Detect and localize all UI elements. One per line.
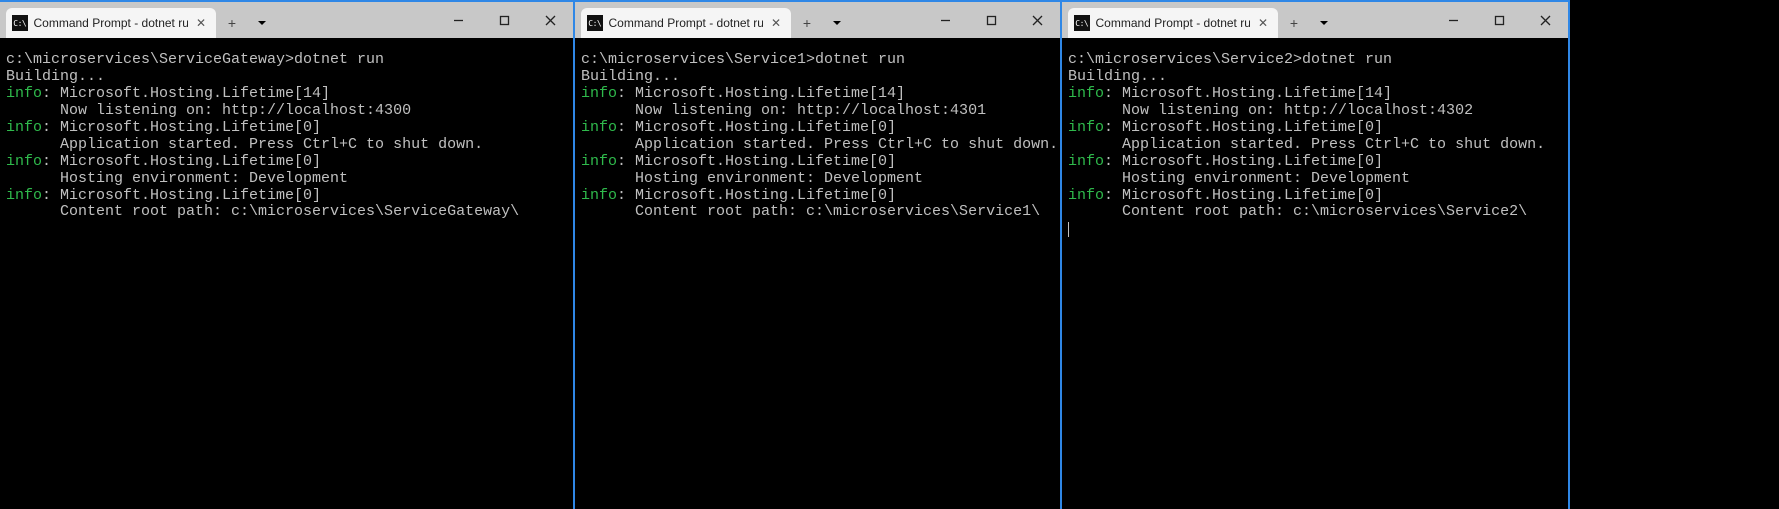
terminal-body[interactable]: c:\microservices\Service2>dotnet run Bui…: [1062, 38, 1568, 509]
close-button[interactable]: [527, 2, 573, 38]
log-level: info: [6, 85, 42, 102]
tab-title: Command Prompt - dotnet rur: [34, 16, 188, 30]
log-message: Hosting environment: Development: [581, 170, 923, 187]
terminal-body[interactable]: c:\microservices\Service1>dotnet run Bui…: [575, 38, 1060, 509]
tab[interactable]: C:\ Command Prompt - dotnet rur ✕: [1068, 8, 1278, 38]
window-controls: [435, 2, 573, 38]
tab-close-icon[interactable]: ✕: [194, 16, 208, 30]
console-output: c:\microservices\Service2>dotnet run Bui…: [1068, 52, 1564, 238]
log-message: Content root path: c:\microservices\Serv…: [581, 203, 1040, 220]
maximize-button[interactable]: [481, 2, 527, 38]
log-message: : Microsoft.Hosting.Lifetime[0]: [617, 119, 896, 136]
log-message: : Microsoft.Hosting.Lifetime[0]: [617, 187, 896, 204]
tab[interactable]: C:\ Command Prompt - dotnet rur ✕: [6, 8, 216, 38]
log-message: Now listening on: http://localhost:4300: [6, 102, 411, 119]
maximize-button[interactable]: [968, 2, 1014, 38]
log-message: Now listening on: http://localhost:4302: [1068, 102, 1473, 119]
tab-dropdown-icon[interactable]: [1310, 8, 1338, 38]
close-button[interactable]: [1014, 2, 1060, 38]
tab-close-icon[interactable]: ✕: [769, 16, 783, 30]
log-level: info: [581, 119, 617, 136]
prompt-line: c:\microservices\Service1>dotnet run: [581, 51, 905, 68]
minimize-button[interactable]: [435, 2, 481, 38]
cmd-icon: C:\: [587, 15, 603, 31]
log-level: info: [6, 153, 42, 170]
window-controls: [922, 2, 1060, 38]
log-message: Hosting environment: Development: [1068, 170, 1410, 187]
titlebar[interactable]: C:\ Command Prompt - dotnet rur ✕ +: [0, 2, 573, 38]
log-level: info: [581, 153, 617, 170]
tab-title: Command Prompt - dotnet rur: [1096, 16, 1250, 30]
terminal-window: C:\ Command Prompt - dotnet rur ✕ + c:\micro…: [575, 0, 1062, 509]
log-message: Hosting environment: Development: [6, 170, 348, 187]
console-output: c:\microservices\ServiceGateway>dotnet r…: [6, 52, 569, 221]
log-message: Application started. Press Ctrl+C to shu…: [581, 136, 1058, 153]
log-level: info: [1068, 187, 1104, 204]
log-message: Content root path: c:\microservices\Serv…: [6, 203, 519, 220]
tab-dropdown-icon[interactable]: [823, 8, 851, 38]
new-tab-button[interactable]: +: [218, 8, 246, 38]
prompt-line: c:\microservices\Service2>dotnet run: [1068, 51, 1392, 68]
tabstrip: C:\ Command Prompt - dotnet rur ✕ +: [1062, 2, 1430, 38]
tab-close-icon[interactable]: ✕: [1256, 16, 1270, 30]
log-message: : Microsoft.Hosting.Lifetime[0]: [1104, 153, 1383, 170]
log-message: : Microsoft.Hosting.Lifetime[14]: [617, 85, 905, 102]
log-message: : Microsoft.Hosting.Lifetime[0]: [42, 153, 321, 170]
tabstrip: C:\ Command Prompt - dotnet rur ✕ +: [0, 2, 435, 38]
building-line: Building...: [6, 68, 105, 85]
log-message: : Microsoft.Hosting.Lifetime[0]: [1104, 187, 1383, 204]
log-level: info: [1068, 85, 1104, 102]
tabstrip: C:\ Command Prompt - dotnet rur ✕ +: [575, 2, 922, 38]
log-message: Now listening on: http://localhost:4301: [581, 102, 986, 119]
log-level: info: [6, 187, 42, 204]
log-level: info: [1068, 153, 1104, 170]
minimize-button[interactable]: [922, 2, 968, 38]
log-level: info: [581, 187, 617, 204]
maximize-button[interactable]: [1476, 2, 1522, 38]
building-line: Building...: [581, 68, 680, 85]
window-controls: [1430, 2, 1568, 38]
log-level: info: [581, 85, 617, 102]
titlebar[interactable]: C:\ Command Prompt - dotnet rur ✕ +: [1062, 2, 1568, 38]
building-line: Building...: [1068, 68, 1167, 85]
cmd-icon: C:\: [1074, 15, 1090, 31]
new-tab-button[interactable]: +: [1280, 8, 1308, 38]
log-message: : Microsoft.Hosting.Lifetime[0]: [1104, 119, 1383, 136]
console-output: c:\microservices\Service1>dotnet run Bui…: [581, 52, 1056, 221]
tab-dropdown-icon[interactable]: [248, 8, 276, 38]
titlebar[interactable]: C:\ Command Prompt - dotnet rur ✕ +: [575, 2, 1060, 38]
log-message: Application started. Press Ctrl+C to shu…: [6, 136, 483, 153]
terminal-window: C:\ Command Prompt - dotnet rur ✕ + c:\micro…: [0, 0, 575, 509]
log-message: Application started. Press Ctrl+C to shu…: [1068, 136, 1545, 153]
prompt-line: c:\microservices\ServiceGateway>dotnet r…: [6, 51, 384, 68]
close-button[interactable]: [1522, 2, 1568, 38]
log-level: info: [1068, 119, 1104, 136]
cmd-icon: C:\: [12, 15, 28, 31]
tab-title: Command Prompt - dotnet rur: [609, 16, 763, 30]
log-message: Content root path: c:\microservices\Serv…: [1068, 203, 1527, 220]
cursor: [1068, 222, 1069, 237]
terminal-body[interactable]: c:\microservices\ServiceGateway>dotnet r…: [0, 38, 573, 509]
terminal-window: C:\ Command Prompt - dotnet rur ✕ + c:\micro…: [1062, 0, 1570, 509]
log-message: : Microsoft.Hosting.Lifetime[0]: [42, 187, 321, 204]
tab[interactable]: C:\ Command Prompt - dotnet rur ✕: [581, 8, 791, 38]
minimize-button[interactable]: [1430, 2, 1476, 38]
log-message: : Microsoft.Hosting.Lifetime[0]: [42, 119, 321, 136]
log-level: info: [6, 119, 42, 136]
log-message: : Microsoft.Hosting.Lifetime[0]: [617, 153, 896, 170]
log-message: : Microsoft.Hosting.Lifetime[14]: [42, 85, 330, 102]
new-tab-button[interactable]: +: [793, 8, 821, 38]
log-message: : Microsoft.Hosting.Lifetime[14]: [1104, 85, 1392, 102]
